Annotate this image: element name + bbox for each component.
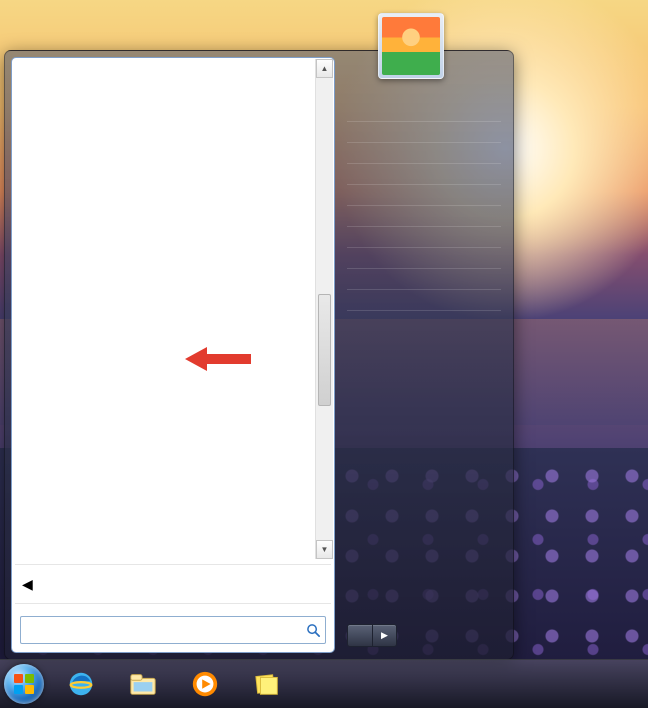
search-box[interactable] — [20, 616, 326, 644]
start-menu-left-pane: ▲ ▼ ◀ — [11, 57, 335, 653]
start-menu: ▲ ▼ ◀ — [4, 50, 514, 660]
shutdown-label — [348, 631, 372, 641]
user-avatar[interactable] — [378, 13, 444, 79]
windows-logo-icon — [14, 674, 34, 694]
divider — [15, 603, 331, 604]
right-link-games[interactable] — [347, 185, 501, 206]
taskbar-pin-windows-explorer[interactable] — [118, 664, 168, 704]
scroll-down-button[interactable]: ▼ — [316, 540, 333, 559]
divider — [15, 564, 331, 565]
shutdown-button[interactable]: ▶ — [347, 624, 397, 647]
back-button[interactable]: ◀ — [12, 569, 334, 599]
right-link-documents[interactable] — [347, 122, 501, 143]
search-icon[interactable] — [301, 618, 325, 642]
right-link-computer[interactable] — [347, 206, 501, 227]
back-arrow-icon: ◀ — [22, 576, 33, 593]
scroll-thumb[interactable] — [318, 294, 331, 406]
shutdown-options-arrow-icon[interactable]: ▶ — [372, 625, 396, 646]
scrollbar[interactable]: ▲ ▼ — [315, 59, 333, 559]
sticky-notes-icon — [252, 669, 282, 699]
taskbar-pin-internet-explorer[interactable] — [56, 664, 106, 704]
all-programs-list: ▲ ▼ — [12, 58, 334, 560]
windows-explorer-icon — [128, 669, 158, 699]
start-button[interactable] — [4, 664, 44, 704]
taskbar-pin-sticky-notes[interactable] — [242, 664, 292, 704]
search-container — [12, 608, 334, 652]
search-input[interactable] — [21, 623, 301, 638]
windows-media-player-icon — [190, 669, 220, 699]
user-avatar-image — [382, 17, 440, 75]
right-link-control-panel[interactable] — [347, 227, 501, 248]
internet-explorer-icon — [66, 669, 96, 699]
taskbar-pin-media-player[interactable] — [180, 664, 230, 704]
right-link-pictures[interactable] — [347, 143, 501, 164]
start-menu-right-pane: ▶ — [337, 57, 507, 653]
scroll-up-button[interactable]: ▲ — [316, 59, 333, 78]
taskbar — [0, 659, 648, 708]
right-link-default-programs[interactable] — [347, 269, 501, 290]
right-link-devices-printers[interactable] — [347, 248, 501, 269]
right-link-user[interactable] — [347, 101, 501, 122]
right-link-music[interactable] — [347, 164, 501, 185]
right-link-help-support[interactable] — [347, 290, 501, 311]
